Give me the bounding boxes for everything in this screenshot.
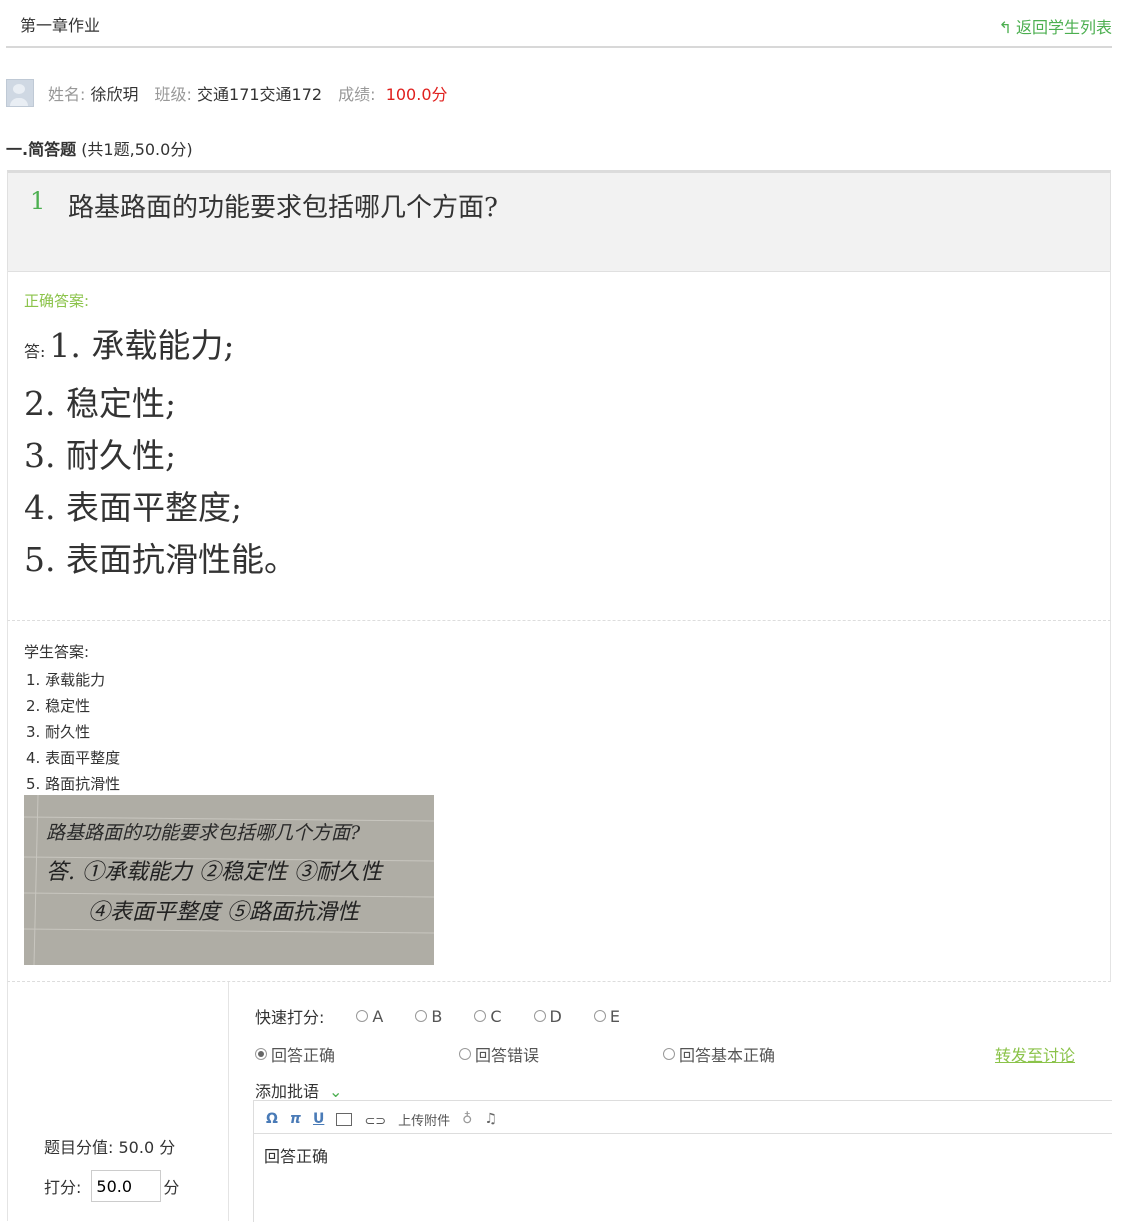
editor-toolbar: Ω π U ⊂⊃ 上传附件 ♁ ♫ [254, 1105, 1112, 1134]
avatar [6, 79, 34, 107]
student-name: 徐欣玥 [90, 85, 139, 104]
special-char-icon[interactable]: Ω [266, 1111, 278, 1127]
correct-answer-lines: 答: 1. 承载能力; 2. 稳定性; 3. 耐久性; 4. 表面平整度; 5. … [24, 320, 297, 586]
microphone-icon[interactable]: ♁ [462, 1111, 472, 1127]
add-comment-toggle[interactable]: 添加批语 ⌄ [255, 1078, 342, 1102]
score-input-label: 打分: [44, 1178, 82, 1197]
name-label: 姓名: [48, 85, 86, 104]
question-number: 1 [30, 187, 46, 215]
section-title: 一.简答题 [6, 140, 77, 159]
radio-icon [533, 1010, 546, 1022]
student-answer-lines: 1. 承载能力 2. 稳定性 3. 耐久性 4. 表面平整度 5. 路面抗滑性 [26, 667, 120, 797]
photo-line-2: 答. ①承载能力 ②稳定性 ③耐久性 [46, 860, 384, 885]
page-title: 第一章作业 [20, 16, 101, 35]
student-class: 交通171交通172 [197, 85, 323, 104]
correct-answer-line: 答: 1. 承载能力; [24, 320, 297, 378]
verdict-row: 回答正确 回答错误 回答基本正确 转发至讨论 [255, 1042, 1075, 1066]
student-info: 姓名: 徐欣玥 班级: 交通171交通172 成绩: 100.0分 [6, 78, 448, 108]
verdict-correct[interactable]: 回答正确 [255, 1042, 459, 1066]
formula-icon[interactable]: π [290, 1111, 301, 1127]
radio-icon [459, 1048, 471, 1060]
photo-line-3: ④表面平整度 ⑤路面抗滑性 [88, 900, 361, 925]
student-answer-label: 学生答案: [24, 643, 90, 661]
quick-grade-option-label: C [490, 1006, 502, 1026]
underline-icon[interactable]: U [313, 1111, 324, 1127]
correct-answer-line: 5. 表面抗滑性能。 [24, 540, 297, 579]
quick-grade-a[interactable]: A [356, 1007, 383, 1026]
upload-attachment-label: 上传附件 [398, 1113, 451, 1129]
question-box: 1 路基路面的功能要求包括哪几个方面? [7, 170, 1111, 272]
quick-grade-option-label: B [431, 1006, 443, 1026]
correct-answer-line: 4. 表面平整度; [24, 488, 243, 527]
verdict-mostly-correct[interactable]: 回答基本正确 [663, 1042, 981, 1066]
comment-editor: Ω π U ⊂⊃ 上传附件 ♁ ♫ 回答正确 [253, 1100, 1112, 1222]
question-value: 题目分值: 50.0 分 [44, 1134, 175, 1158]
upload-attachment-button[interactable]: ⊂⊃ 上传附件 [364, 1110, 450, 1129]
grading-panel: 题目分值: 50.0 分 打分: 分 快速打分: A B C D E 回答正确 … [7, 982, 1112, 1222]
student-answer-line: 4. 表面平整度 [26, 749, 121, 767]
radio-icon [415, 1010, 428, 1022]
correct-answer-panel: 正确答案: 答: 1. 承载能力; 2. 稳定性; 3. 耐久性; 4. 表面平整… [7, 270, 1111, 621]
verdict-label: 回答正确 [271, 1046, 336, 1065]
back-link-label: 返回学生列表 [1015, 18, 1112, 37]
student-answer-line: 3. 耐久性 [26, 723, 91, 741]
correct-answer-text: 1. 承载能力; [49, 326, 235, 365]
section-heading: 一.简答题 (共1题,50.0分) [6, 136, 193, 160]
score-label: 成绩: [338, 85, 376, 104]
quick-grade-e[interactable]: E [593, 1006, 620, 1026]
student-answer-panel: 学生答案: 1. 承载能力 2. 稳定性 3. 耐久性 4. 表面平整度 5. … [7, 621, 1111, 982]
correct-answer-label: 正确答案: [24, 292, 90, 310]
quick-grade-d[interactable]: D [533, 1006, 562, 1026]
correct-answer-line: 2. 稳定性; [24, 384, 177, 423]
radio-icon [593, 1010, 606, 1022]
section-meta: (共1题,50.0分) [81, 140, 193, 159]
forward-to-discussion-link[interactable]: 转发至讨论 [995, 1042, 1075, 1066]
radio-selected-icon [255, 1048, 267, 1060]
question-value-number: 50.0 分 [118, 1138, 176, 1157]
student-answer-line: 5. 路面抗滑性 [26, 775, 121, 793]
comment-text[interactable]: 回答正确 [264, 1143, 328, 1167]
question-text: 路基路面的功能要求包括哪几个方面? [68, 193, 498, 223]
quick-grade-option-label: E [609, 1006, 620, 1026]
student-answer-line: 1. 承载能力 [26, 671, 106, 689]
class-label: 班级: [154, 85, 192, 104]
add-comment-label: 添加批语 [255, 1082, 320, 1101]
handwriting-image: 路基路面的功能要求包括哪几个方面? 答. ①承载能力 ②稳定性 ③耐久性 ④表面… [24, 795, 434, 965]
score-column: 题目分值: 50.0 分 打分: 分 [7, 982, 229, 1221]
score-input[interactable] [91, 1170, 162, 1202]
photo-line-1: 路基路面的功能要求包括哪几个方面? [46, 822, 361, 844]
quick-grade-b[interactable]: B [415, 1007, 442, 1026]
quick-grade-c[interactable]: C [474, 1006, 502, 1026]
image-icon[interactable] [336, 1112, 353, 1126]
verdict-label: 回答基本正确 [679, 1046, 776, 1065]
handwritten-answer-photo[interactable]: 路基路面的功能要求包括哪几个方面? 答. ①承载能力 ②稳定性 ③耐久性 ④表面… [24, 795, 434, 965]
question-value-label: 题目分值: [44, 1138, 114, 1157]
quick-grade-option-label: D [549, 1006, 562, 1026]
quick-grade-row: 快速打分: A B C D E [255, 1004, 620, 1028]
student-answer-line: 2. 稳定性 [26, 697, 91, 715]
score-unit: 分 [163, 1178, 180, 1197]
back-to-student-list-link[interactable]: ↰ 返回学生列表 [999, 14, 1112, 38]
score-field: 打分: 分 [44, 1170, 179, 1202]
radio-icon [356, 1010, 369, 1022]
verdict-wrong[interactable]: 回答错误 [459, 1042, 663, 1066]
music-icon[interactable]: ♫ [484, 1111, 497, 1127]
correct-answer-line: 3. 耐久性; [24, 436, 177, 475]
top-bar: 第一章作业 ↰ 返回学生列表 [6, 0, 1112, 48]
quick-grade-label: 快速打分: [255, 1008, 325, 1027]
student-score: 100.0分 [385, 85, 448, 104]
quick-grade-option-label: A [372, 1006, 384, 1026]
radio-icon [474, 1010, 487, 1022]
verdict-label: 回答错误 [475, 1046, 540, 1065]
radio-icon [663, 1048, 675, 1060]
answer-prefix: 答: [24, 342, 46, 361]
back-arrow-icon: ↰ [998, 18, 1012, 37]
chevron-down-icon: ⌄ [329, 1082, 343, 1101]
